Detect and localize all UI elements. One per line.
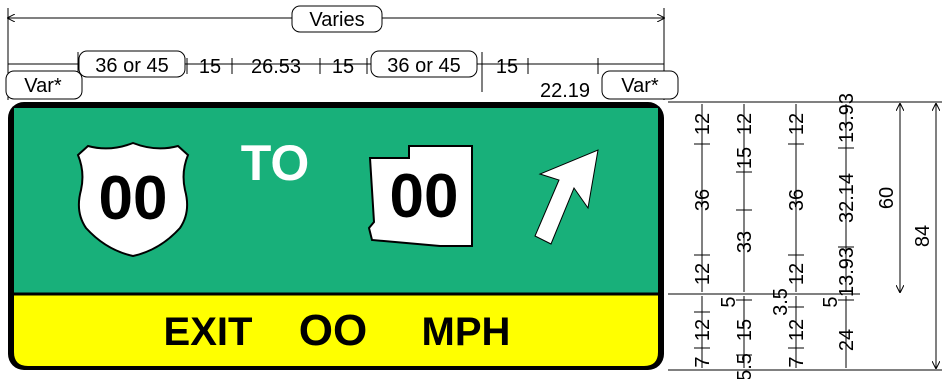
shield-space-right-label: 36 or 45 — [387, 55, 460, 77]
col3-bottom-label: 12 — [786, 263, 808, 285]
sign-panel: 00 TO 00 EXIT OO MPH — [8, 102, 664, 370]
col4-mid-label: 32.14 — [836, 173, 858, 223]
gap-3-label: 15 — [496, 56, 518, 78]
lower-col1-a: 12 — [692, 319, 714, 341]
col3-top-label: 12 — [786, 113, 808, 135]
col3-mid-label: 36 — [786, 189, 808, 211]
panel-height-label: 60 — [876, 187, 898, 209]
speed-value: OO — [299, 306, 367, 355]
edge-right-label: Var* — [621, 75, 659, 97]
col2-mid-label: 33 — [734, 231, 756, 253]
speed-unit: MPH — [422, 310, 511, 354]
top-dimension-group: Varies 36 or 45 15 26.53 15 36 or 45 15 … — [5, 5, 679, 102]
to-text: TO — [241, 135, 310, 191]
edge-left-label: Var* — [24, 75, 62, 97]
col1-bottom-label: 12 — [692, 263, 714, 285]
lower-col3-a: 3.5 — [770, 288, 792, 316]
col4-top-label: 13.93 — [836, 93, 858, 143]
lower-col4-a: 5 — [820, 296, 842, 307]
col2-gap-label: 15 — [734, 147, 756, 169]
gap-1-label: 15 — [199, 56, 221, 78]
overall-width-label: Varies — [309, 9, 364, 31]
col2-top-label: 12 — [734, 113, 756, 135]
lower-col4-b: 24 — [836, 329, 858, 351]
col1-top-label: 12 — [692, 113, 714, 135]
exit-text: EXIT — [164, 310, 253, 354]
lower-col2-b: 15 — [734, 319, 756, 341]
lower-col2-a: 5 — [718, 296, 740, 307]
gap-2-label: 15 — [332, 56, 354, 78]
side-dimension-group: 12 36 12 12 15 33 12 36 12 13.93 32.14 1… — [668, 93, 942, 379]
shield-space-left-label: 36 or 45 — [95, 55, 168, 77]
sign-diagram: Varies 36 or 45 15 26.53 15 36 or 45 15 … — [5, 5, 942, 379]
to-word-width-label: 26.53 — [251, 56, 301, 78]
state-route-number: 00 — [390, 162, 459, 231]
col4-bottom-label: 13.93 — [836, 247, 858, 297]
total-height-label: 84 — [912, 225, 934, 247]
lower-col3-c: 7 — [786, 356, 808, 367]
lower-col3-b: 12 — [786, 319, 808, 341]
col1-mid-label: 36 — [692, 189, 714, 211]
arrow-space-label: 22.19 — [540, 80, 590, 102]
state-route-marker: 00 — [367, 145, 473, 247]
us-route-number: 00 — [99, 164, 168, 233]
lower-col1-b: 7 — [692, 356, 714, 367]
lower-col2-c: 5.5 — [734, 353, 756, 379]
